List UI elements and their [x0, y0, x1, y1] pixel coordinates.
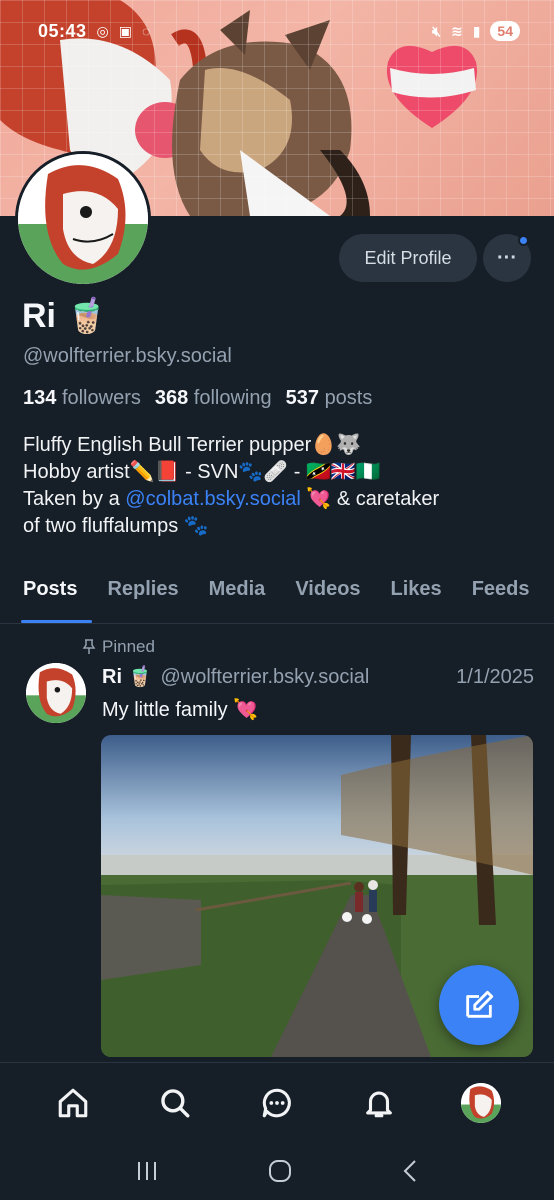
tab-replies[interactable]: Replies — [92, 566, 193, 623]
bio-line: Taken by a @colbat.bsky.social 💘 & caret… — [23, 486, 533, 513]
mute-icon: 🔇︎ — [432, 22, 441, 39]
recents-icon[interactable] — [134, 1159, 160, 1183]
status-bar: 05:43 ◎ ▣ ◌ 🔇︎ ≋ ▮ 54 — [0, 0, 554, 62]
following-stat[interactable]: 368 following — [155, 387, 272, 410]
battery-indicator: 54 — [490, 21, 520, 41]
profile-name: Ri 🧋 — [22, 297, 108, 335]
pin-icon — [82, 639, 96, 654]
followers-count: 134 — [23, 387, 57, 409]
back-icon[interactable] — [400, 1158, 420, 1184]
profile-tabs: Posts Replies Media Videos Likes Feeds — [0, 566, 554, 624]
nav-chat[interactable] — [247, 1073, 307, 1133]
avatar-image — [461, 1082, 501, 1123]
post-text: My little family 💘 — [102, 699, 259, 721]
notification-dot — [518, 235, 529, 246]
followers-stat[interactable]: 134 followers — [23, 387, 141, 410]
following-count: 368 — [154, 387, 189, 409]
bio-line: Fluffy English Bull Terrier pupper🥚🐺 — [23, 434, 362, 456]
nav-search[interactable] — [145, 1073, 205, 1133]
pinned-label: Pinned — [102, 637, 155, 656]
avatar-image — [26, 663, 86, 723]
status-time: 05:43 — [38, 20, 87, 41]
posts-count: 537 — [285, 387, 319, 409]
chat-icon — [262, 1088, 291, 1117]
profile-bio: Fluffy English Bull Terrier pupper🥚🐺 Hob… — [23, 432, 533, 540]
ellipsis-icon: ··· — [497, 246, 517, 269]
edit-profile-button[interactable]: Edit Profile — [339, 234, 477, 282]
tab-posts[interactable]: Posts — [0, 566, 93, 623]
post-author-name[interactable]: Ri 🧋 — [102, 664, 152, 689]
signal-icon: ▮ — [472, 22, 481, 39]
compose-button[interactable] — [439, 965, 519, 1045]
profile-avatar-small — [461, 1082, 501, 1123]
followers-label: followers — [61, 387, 141, 409]
bell-icon — [366, 1091, 392, 1117]
instagram-icon: ◎ — [96, 22, 109, 39]
tab-feeds[interactable]: Feeds — [457, 566, 545, 623]
wifi-icon: ≋ — [450, 22, 463, 39]
nav-profile[interactable] — [451, 1073, 511, 1133]
search-icon — [161, 1088, 190, 1117]
profile-handle: @wolfterrier.bsky.social — [23, 345, 232, 367]
pinned-indicator: Pinned — [82, 637, 155, 657]
posts-stat: 537 posts — [286, 387, 373, 410]
profile-stats: 134 followers 368 following 537 posts — [23, 387, 372, 410]
system-navigation — [0, 1142, 554, 1200]
whatsapp-icon: ◌ — [142, 23, 151, 39]
compose-icon — [466, 990, 494, 1018]
home-icon — [58, 1088, 88, 1117]
post-date[interactable]: 1/1/2025 — [456, 666, 534, 689]
nav-home[interactable] — [43, 1073, 103, 1133]
webtoon-icon: ▣ — [118, 22, 132, 39]
bio-text: Taken by a — [23, 488, 126, 510]
tab-media[interactable]: Media — [194, 566, 281, 623]
tab-likes[interactable]: Likes — [376, 566, 457, 623]
posts-label: posts — [324, 387, 373, 409]
post-author-avatar[interactable] — [26, 663, 86, 723]
post-header: Ri 🧋 @wolfterrier.bsky.social 1/1/2025 — [102, 664, 534, 689]
post-author-handle[interactable]: @wolfterrier.bsky.social — [160, 666, 456, 689]
nav-notifications[interactable] — [349, 1073, 409, 1133]
mention-link[interactable]: @colbat.bsky.social — [125, 488, 301, 510]
bio-text: 💘 & caretaker — [300, 488, 440, 510]
avatar-image — [18, 154, 148, 284]
profile-avatar[interactable] — [15, 151, 151, 287]
home-button-icon[interactable] — [267, 1158, 293, 1184]
tab-videos[interactable]: Videos — [280, 566, 375, 623]
bio-line: of two fluffalumps 🐾 — [23, 515, 209, 537]
bio-line: Hobby artist✏️📕 - SVN🐾🩹 - 🇰🇳🇬🇧🇳🇬 — [23, 461, 381, 483]
bottom-navigation — [0, 1062, 554, 1142]
following-label: following — [193, 387, 272, 409]
